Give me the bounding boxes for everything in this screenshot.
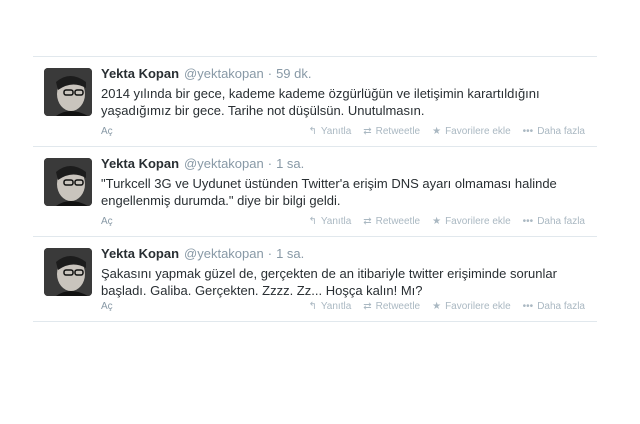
tweet-text-line: engellenmiş durumda." diye bir bilgi gel…: [101, 193, 341, 208]
more-label: Daha fazla: [537, 301, 585, 312]
reply-icon: ↰: [308, 126, 317, 137]
tweet[interactable]: Yekta Kopan @yektakopan · 1 sa. "Turkcel…: [33, 146, 597, 236]
favorite-button[interactable]: ★ Favorilere ekle: [432, 216, 511, 227]
retweet-label: Retweetle: [375, 216, 421, 227]
tweet-header: Yekta Kopan @yektakopan · 1 sa.: [101, 246, 589, 261]
more-button[interactable]: ••• Daha fazla: [523, 126, 585, 137]
tweet-content: Yekta Kopan @yektakopan · 59 dk. 2014 yı…: [101, 66, 589, 119]
tweet-content: Yekta Kopan @yektakopan · 1 sa. "Turkcel…: [101, 156, 589, 209]
tweet-text: "Turkcell 3G ve Uydunet üstünden Twitter…: [101, 175, 589, 209]
username[interactable]: @yektakopan: [184, 66, 264, 81]
retweet-label: Retweetle: [375, 301, 421, 312]
tweet[interactable]: Yekta Kopan @yektakopan · 1 sa. Şakasını…: [33, 236, 597, 322]
reply-icon: ↰: [308, 301, 317, 312]
retweet-button[interactable]: ⇄ Retweetle: [363, 126, 420, 137]
favorite-label: Favorilere ekle: [445, 126, 511, 137]
tweet-text-line: "Turkcell 3G ve Uydunet üstünden Twitter…: [101, 176, 557, 191]
tweet-footer: Aç ↰ Yanıtla ⇄ Retweetle ★ Favorilere ekle …: [101, 301, 585, 315]
avatar[interactable]: [44, 158, 92, 206]
tweet-text-line: Şakasını yapmak güzel de, gerçekten de a…: [101, 266, 557, 281]
expand-link[interactable]: Aç: [101, 126, 113, 137]
tweet-header: Yekta Kopan @yektakopan · 1 sa.: [101, 156, 589, 171]
tweet[interactable]: Yekta Kopan @yektakopan · 59 dk. 2014 yı…: [33, 56, 597, 146]
separator: ·: [267, 66, 273, 81]
tweet-feed: Yekta Kopan @yektakopan · 59 dk. 2014 yı…: [33, 56, 597, 322]
more-button[interactable]: ••• Daha fazla: [523, 301, 585, 312]
retweet-icon: ⇄: [363, 216, 372, 227]
tweet-text: 2014 yılında bir gece, kademe kademe özg…: [101, 85, 589, 119]
avatar[interactable]: [44, 68, 92, 116]
star-icon: ★: [432, 126, 442, 137]
tweet-text: Şakasını yapmak güzel de, gerçekten de a…: [101, 265, 589, 299]
reply-label: Yanıtla: [320, 216, 352, 227]
reply-button[interactable]: ↰ Yanıtla: [308, 216, 351, 227]
tweet-header: Yekta Kopan @yektakopan · 59 dk.: [101, 66, 589, 81]
fullname[interactable]: Yekta Kopan: [101, 66, 179, 81]
tweet-actions: ↰ Yanıtla ⇄ Retweetle ★ Favorilere ekle •••…: [308, 216, 585, 227]
retweet-button[interactable]: ⇄ Retweetle: [363, 301, 420, 312]
star-icon: ★: [432, 301, 442, 312]
timestamp[interactable]: 59 dk.: [276, 66, 311, 81]
tweet-text-line: yaşadığımız bir gece. Tarihe not düşülsü…: [101, 103, 425, 118]
favorite-button[interactable]: ★ Favorilere ekle: [432, 301, 511, 312]
retweet-icon: ⇄: [363, 301, 372, 312]
retweet-label: Retweetle: [375, 126, 421, 137]
more-label: Daha fazla: [537, 216, 585, 227]
tweet-text-line: 2014 yılında bir gece, kademe kademe özg…: [101, 86, 540, 101]
tweet-footer: Aç ↰ Yanıtla ⇄ Retweetle ★ Favorilere ekle …: [101, 216, 585, 230]
favorite-button[interactable]: ★ Favorilere ekle: [432, 126, 511, 137]
favorite-label: Favorilere ekle: [445, 301, 511, 312]
separator: ·: [267, 246, 273, 261]
fullname[interactable]: Yekta Kopan: [101, 246, 179, 261]
reply-icon: ↰: [308, 216, 317, 227]
reply-label: Yanıtla: [320, 126, 352, 137]
timestamp[interactable]: 1 sa.: [276, 156, 304, 171]
separator: ·: [267, 156, 273, 171]
reply-label: Yanıtla: [320, 301, 352, 312]
expand-link[interactable]: Aç: [101, 301, 113, 312]
expand-link[interactable]: Aç: [101, 216, 113, 227]
retweet-icon: ⇄: [363, 126, 372, 137]
favorite-label: Favorilere ekle: [445, 216, 511, 227]
avatar[interactable]: [44, 248, 92, 296]
ellipsis-icon: •••: [522, 216, 534, 227]
tweet-content: Yekta Kopan @yektakopan · 1 sa. Şakasını…: [101, 246, 589, 299]
fullname[interactable]: Yekta Kopan: [101, 156, 179, 171]
username[interactable]: @yektakopan: [184, 156, 264, 171]
ellipsis-icon: •••: [522, 126, 534, 137]
reply-button[interactable]: ↰ Yanıtla: [308, 126, 351, 137]
tweet-actions: ↰ Yanıtla ⇄ Retweetle ★ Favorilere ekle •••…: [308, 126, 585, 137]
tweet-actions: ↰ Yanıtla ⇄ Retweetle ★ Favorilere ekle •••…: [308, 301, 585, 312]
reply-button[interactable]: ↰ Yanıtla: [308, 301, 351, 312]
tweet-footer: Aç ↰ Yanıtla ⇄ Retweetle ★ Favorilere ekle …: [101, 126, 585, 140]
retweet-button[interactable]: ⇄ Retweetle: [363, 216, 420, 227]
ellipsis-icon: •••: [522, 301, 534, 312]
timestamp[interactable]: 1 sa.: [276, 246, 304, 261]
more-button[interactable]: ••• Daha fazla: [523, 216, 585, 227]
username[interactable]: @yektakopan: [184, 246, 264, 261]
tweet-text-line: başladı. Galiba. Gerçekten. Zzzz. Zz... …: [101, 283, 423, 298]
star-icon: ★: [432, 216, 442, 227]
more-label: Daha fazla: [537, 126, 585, 137]
